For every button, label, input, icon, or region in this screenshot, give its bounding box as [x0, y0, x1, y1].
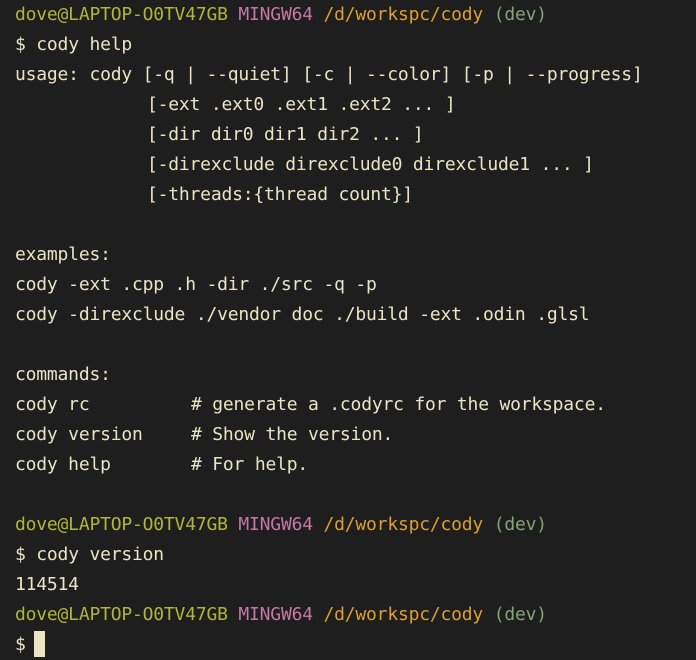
command-row: cody version # Show the version. [15, 420, 696, 450]
prompt-line: dove@LAPTOP-O0TV47GB MINGW64 /d/workspc/… [15, 510, 696, 540]
command-text: cody help [36, 34, 133, 55]
prompt-line: dove@LAPTOP-O0TV47GB MINGW64 /d/workspc/… [15, 600, 696, 630]
usage-line: [-threads:{thread count}] [147, 184, 413, 205]
command-row: cody help # For help. [15, 450, 696, 480]
terminal-window[interactable]: dove@LAPTOP-O0TV47GB MINGW64 /d/workspc/… [15, 0, 696, 660]
prompt-user-host: dove@LAPTOP-O0TV47GB [15, 4, 228, 25]
command-text: cody version [36, 544, 164, 565]
prompt-symbol: $ [15, 34, 26, 55]
prompt-symbol: $ [15, 634, 26, 655]
command-name: cody version [15, 424, 143, 445]
prompt-path: /d/workspc/cody [323, 604, 484, 625]
text-cursor[interactable] [33, 631, 45, 657]
command-description: # generate a .codyrc for the workspace. [191, 394, 606, 415]
prompt-system: MINGW64 [238, 4, 313, 25]
command-name: cody help [15, 454, 111, 475]
prompt-line: dove@LAPTOP-O0TV47GB MINGW64 /d/workspc/… [15, 0, 696, 30]
example-line: cody -ext .cpp .h -dir ./src -q -p [15, 274, 377, 295]
prompt-branch: (dev) [493, 514, 547, 535]
command-line: $ cody help [15, 30, 696, 60]
prompt-system: MINGW64 [238, 514, 313, 535]
prompt-user-host: dove@LAPTOP-O0TV47GB [15, 514, 228, 535]
usage-line: [-dir dir0 dir1 dir2 ... ] [147, 124, 424, 145]
prompt-branch: (dev) [493, 4, 547, 25]
examples-header: examples: [15, 244, 111, 265]
usage-line: [-ext .ext0 .ext1 .ext2 ... ] [147, 94, 456, 115]
version-output: 114514 [15, 574, 79, 595]
example-line: cody -direxclude ./vendor doc ./build -e… [15, 304, 590, 325]
usage-line: usage: cody [-q | --quiet] [-c | --color… [15, 64, 643, 85]
commands-header: commands: [15, 364, 111, 385]
command-description: # Show the version. [191, 424, 394, 445]
prompt-symbol: $ [15, 544, 26, 565]
command-name: cody rc [15, 394, 90, 415]
command-description: # For help. [191, 454, 309, 475]
command-line: $ cody version [15, 540, 696, 570]
prompt-branch: (dev) [493, 604, 547, 625]
usage-line: [-direxclude direxclude0 direxclude1 ...… [147, 154, 594, 175]
prompt-system: MINGW64 [238, 604, 313, 625]
prompt-path: /d/workspc/cody [323, 4, 484, 25]
prompt-path: /d/workspc/cody [323, 514, 484, 535]
command-row: cody rc # generate a .codyrc for the work… [15, 390, 696, 420]
prompt-user-host: dove@LAPTOP-O0TV47GB [15, 604, 228, 625]
input-line[interactable]: $ [15, 630, 696, 660]
